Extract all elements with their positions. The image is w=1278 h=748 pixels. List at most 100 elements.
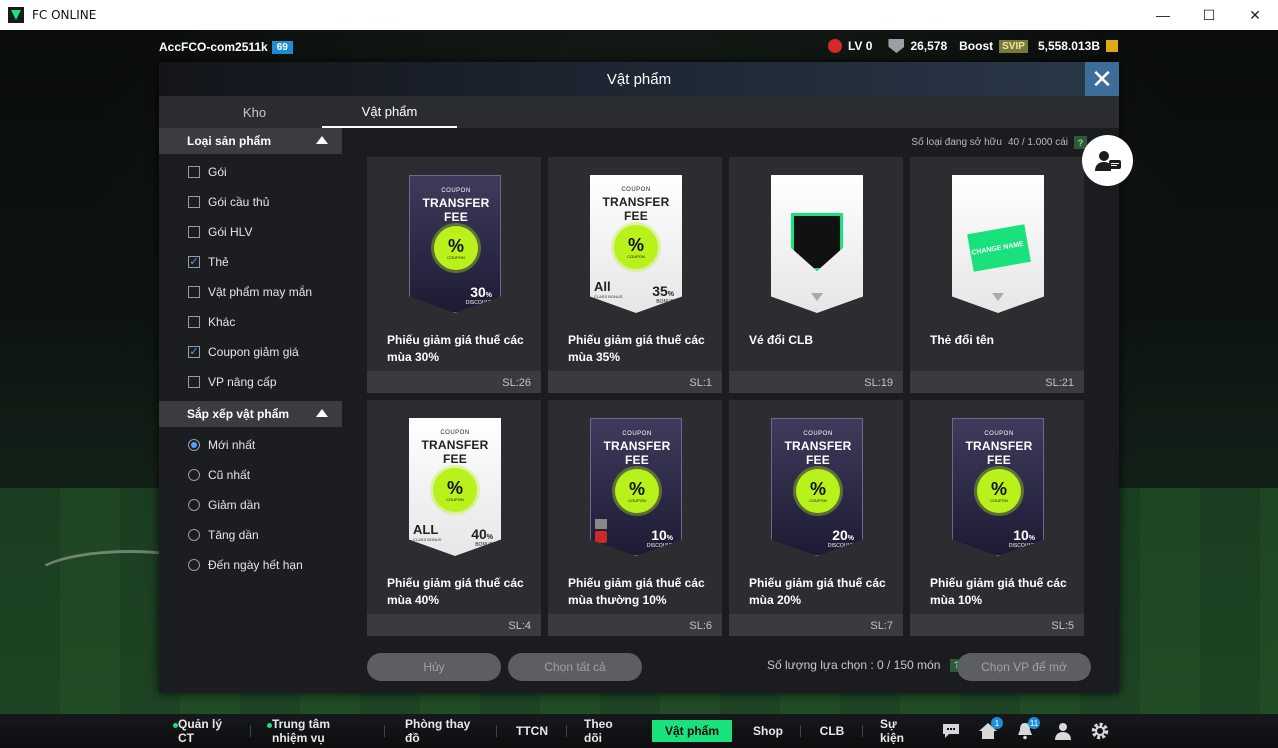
sort-label: Giảm dần (208, 498, 261, 512)
percent-symbol: % (990, 478, 1007, 499)
item-card[interactable]: COUPON TRANSFER FEE % COUPON 10% DISCOUN… (910, 400, 1084, 636)
checkbox-checked[interactable]: ✓ (188, 256, 200, 268)
nav-divider (566, 725, 567, 737)
radio[interactable] (188, 469, 200, 481)
sort-option-oldest[interactable]: Cũ nhất (159, 460, 342, 490)
checkbox[interactable] (188, 196, 200, 208)
settings-gear-icon[interactable] (1089, 721, 1111, 741)
discount-unit: % (667, 291, 674, 298)
collapse-triangle-icon[interactable] (316, 136, 328, 144)
filter-option-may-man[interactable]: Vật phẩm may mắn (159, 277, 342, 307)
seal-label: COUPON (447, 254, 465, 260)
seal-label: COUPON (627, 253, 645, 259)
filter-option-goi[interactable]: Gói (159, 157, 342, 187)
all-class-sub: CLASS BONUS (413, 537, 442, 542)
checkbox[interactable] (188, 286, 200, 298)
nav-theo-doi[interactable]: Theo dõi (584, 714, 630, 748)
item-card[interactable]: COUPON TRANSFER FEE % COUPON 20% DISCOUN… (729, 400, 903, 636)
sort-option-expiry[interactable]: Đến ngày hết hạn (159, 550, 342, 580)
chat-support-button[interactable] (1082, 135, 1133, 186)
tab-kho[interactable]: Kho (187, 96, 322, 128)
filter-option-the[interactable]: ✓ Thẻ (159, 247, 342, 277)
item-card[interactable]: Vé đổi CLB SL:19 (729, 157, 903, 393)
checkbox[interactable] (188, 316, 200, 328)
chat-icon[interactable] (940, 721, 962, 741)
item-quantity: SL:26 (502, 377, 531, 389)
home-icon[interactable]: 1 (977, 717, 1003, 741)
sort-option-descending[interactable]: Giảm dần (159, 490, 342, 520)
open-selected-button[interactable]: Chọn VP để mở (957, 653, 1091, 681)
tab-vat-pham[interactable]: Vật phẩm (322, 96, 457, 128)
boost-label: Boost (959, 39, 994, 53)
sort-option-ascending[interactable]: Tăng dần (159, 520, 342, 550)
filter-option-coupon[interactable]: ✓ Coupon giảm giá (159, 337, 342, 367)
bell-icon[interactable]: 11 (1014, 717, 1040, 741)
radio[interactable] (188, 499, 200, 511)
rename-shield: CHANGE NAME (952, 175, 1044, 313)
modal-title: Vật phẩm (606, 70, 672, 88)
sort-header[interactable]: Sắp xếp vật phẩm (159, 401, 342, 427)
nav-label: Trung tâm nhiệm vụ (272, 717, 331, 745)
coupon-title: TRANSFER FEE (421, 438, 489, 466)
sort-option-newest[interactable]: Mới nhất (159, 430, 342, 460)
coupon-seal-icon: % COUPON (433, 468, 477, 512)
seal-label: COUPON (446, 496, 464, 502)
coupon-shield: COUPON TRANSFER FEE % COUPON 10% DISCOUN… (590, 418, 682, 556)
discount-value: 30% DISCOUNT (466, 284, 492, 306)
filter-option-khac[interactable]: Khác (159, 307, 342, 337)
nav-clb[interactable]: CLB (818, 714, 846, 748)
maximize-button[interactable]: ☐ (1186, 0, 1232, 30)
nav-shop[interactable]: Shop (752, 714, 784, 748)
selection-count: Số lượng lựa chọn : 0 / 150 món ? (767, 658, 964, 672)
nav-trung-tam-nhiem-vu[interactable]: Trung tâm nhiệm vụ (267, 714, 368, 748)
checkbox-checked[interactable]: ✓ (188, 346, 200, 358)
filter-option-vp-nang-cap[interactable]: VP nâng cấp (159, 367, 342, 397)
discount-number: 20 (832, 527, 848, 543)
fc-mini-logo-icon (992, 293, 1004, 301)
item-name: Phiếu giảm giá thuế các mùa 20% (749, 576, 886, 607)
discount-unit: % (486, 534, 493, 541)
percent-symbol: % (809, 478, 826, 499)
select-all-button[interactable]: Chọn tất cả (508, 653, 642, 681)
nav-label: Shop (753, 724, 783, 738)
item-card[interactable]: COUPON TRANSFER FEE % COUPON All CLASS BO… (548, 157, 722, 393)
discount-label: DISCOUNT (827, 543, 854, 549)
items-modal: Vật phẩm ✕ Kho Vật phẩm Loại sản phẩm Gó… (159, 62, 1119, 693)
nav-quan-ly-ct[interactable]: Quản lý CT (173, 714, 234, 748)
filter-option-goi-cau-thu[interactable]: Gói cầu thủ (159, 187, 342, 217)
nav-ttcn[interactable]: TTCN (514, 714, 550, 748)
radio[interactable] (188, 559, 200, 571)
product-type-header[interactable]: Loại sản phẩm (159, 128, 342, 154)
close-modal-button[interactable]: ✕ (1085, 62, 1119, 96)
item-quantity: SL:1 (689, 377, 712, 389)
filter-option-goi-hlv[interactable]: Gói HLV (159, 217, 342, 247)
close-window-button[interactable]: ✕ (1232, 0, 1278, 30)
checkbox[interactable] (188, 376, 200, 388)
item-card[interactable]: COUPON TRANSFER FEE % COUPON ALL CLASS BO… (367, 400, 541, 636)
nav-divider (800, 725, 801, 737)
profile-icon[interactable] (1052, 721, 1074, 741)
coupon-seal-icon: % COUPON (614, 225, 658, 269)
collapse-triangle-icon[interactable] (316, 409, 328, 417)
minimize-button[interactable]: — (1140, 0, 1186, 30)
nav-su-kien[interactable]: Sự kiện (880, 714, 920, 748)
status-bar: LV 0 26,578 Boost SVIP 5,558.013B (827, 39, 1118, 53)
discount-value: 40% BONUS (471, 526, 493, 548)
coupon-small-label: COUPON (440, 430, 470, 436)
discount-number: 40 (471, 526, 487, 542)
nav-phong-thay-do[interactable]: Phòng thay đồ (405, 714, 479, 748)
item-card[interactable]: COUPON TRANSFER FEE % COUPON 30% DISCOUN… (367, 157, 541, 393)
item-card[interactable]: COUPON TRANSFER FEE % COUPON 10% DISCOUN… (548, 400, 722, 636)
coupon-shield: COUPON TRANSFER FEE % COUPON 30% DISCOUN… (409, 175, 501, 313)
item-card[interactable]: CHANGE NAME Thẻ đổi tên SL:21 (910, 157, 1084, 393)
coupon-seal-icon: % COUPON (977, 469, 1021, 513)
radio[interactable] (188, 529, 200, 541)
checkbox[interactable] (188, 166, 200, 178)
filter-label: Coupon giảm giá (208, 345, 299, 359)
radio-selected[interactable] (188, 439, 200, 451)
nav-vat-pham[interactable]: Vật phẩm (652, 720, 732, 742)
percent-symbol: % (446, 477, 463, 498)
ticket-shield (771, 175, 863, 313)
cancel-button[interactable]: Hủy (367, 653, 501, 681)
checkbox[interactable] (188, 226, 200, 238)
